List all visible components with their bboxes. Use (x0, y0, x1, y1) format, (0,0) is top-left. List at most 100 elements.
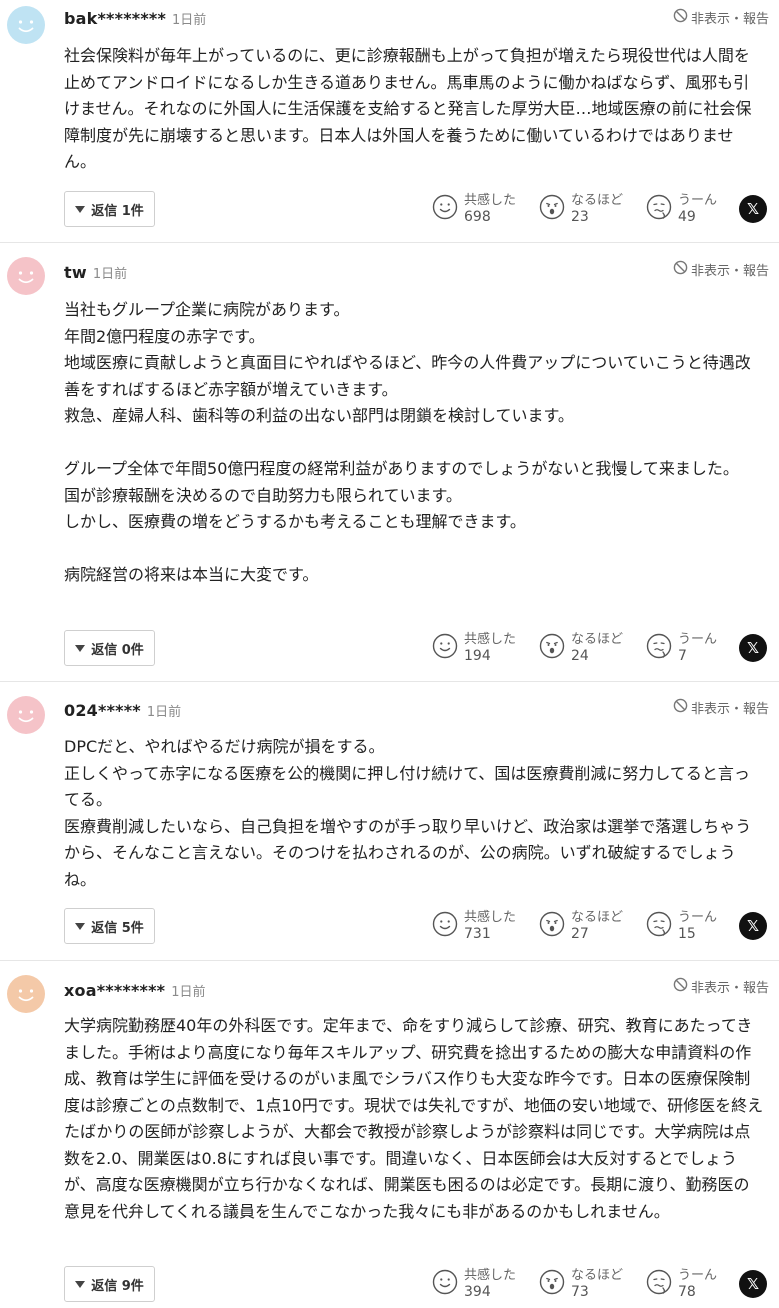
timestamp: 1日前 (146, 705, 182, 720)
empathy-reaction-button[interactable]: 共感した 194 (432, 631, 516, 665)
comment-card: 024***** 1日前 非表示・報告 DPCだと、やればやるだけ病院が損をする… (0, 682, 779, 961)
hmm-reaction-button[interactable]: うーん 78 (646, 1267, 717, 1301)
insight-count: 24 (571, 648, 589, 664)
timestamp: 1日前 (92, 267, 128, 282)
hmm-count: 78 (678, 1284, 696, 1300)
hide-report-menu[interactable]: 非表示・報告 (673, 260, 769, 279)
ban-icon (673, 977, 688, 996)
insight-reaction-button[interactable]: なるほど 23 (539, 192, 623, 226)
comment-header: 024***** 1日前 (64, 701, 181, 720)
timestamp: 1日前 (171, 985, 206, 1000)
avatar[interactable] (7, 6, 45, 44)
comment-header: xoa******** 1日前 (64, 981, 206, 1000)
reply-toggle-button[interactable]: 返信 1件 (64, 191, 155, 227)
hmm-label: うーん (678, 632, 718, 647)
hide-report-label: 非表示・報告 (690, 12, 769, 27)
insight-reaction-button[interactable]: なるほど 73 (539, 1267, 623, 1301)
smile-icon (432, 194, 458, 224)
reply-count-label: 返信 0件 (91, 642, 144, 658)
avatar[interactable] (7, 975, 45, 1013)
empathy-label: 共感した (464, 632, 517, 647)
comment-text: DPCだと、やればやるだけ病院が損をする。 正しくやって赤字になる医療を公的機関… (64, 737, 752, 889)
timestamp: 1日前 (172, 13, 207, 28)
username[interactable]: tw (64, 263, 87, 282)
reply-toggle-button[interactable]: 返信 5件 (64, 908, 155, 944)
comment-text: 社会保険料が毎年上がっているのに、更に診療報酬も上がって負担が増えたら現役世代は… (64, 46, 752, 171)
hmm-reaction-button[interactable]: うーん 15 (646, 909, 717, 943)
ban-icon (673, 260, 688, 279)
insight-count: 27 (571, 926, 589, 942)
empathy-reaction-button[interactable]: 共感した 698 (432, 192, 516, 226)
x-logo-icon: 𝕏 (746, 200, 760, 218)
troubled-face-icon (646, 1269, 672, 1299)
x-logo-icon: 𝕏 (746, 1275, 760, 1293)
comment-card: bak******** 1日前 非表示・報告 社会保険料が毎年上がっているのに、… (0, 0, 779, 243)
reply-count-label: 返信 1件 (91, 203, 144, 219)
insight-label: なるほど (571, 193, 624, 208)
empathy-reaction-button[interactable]: 共感した 731 (432, 909, 516, 943)
comment-text: 大学病院勤務歴40年の外科医です。定年まで、命をすり減らして診療、研究、教育にあ… (64, 1016, 764, 1221)
hmm-count: 15 (678, 926, 696, 942)
empathy-count: 194 (464, 648, 491, 664)
surprised-face-icon (539, 911, 565, 941)
hmm-reaction-button[interactable]: うーん 7 (646, 631, 717, 665)
hmm-count: 7 (678, 648, 687, 664)
avatar[interactable] (7, 257, 45, 295)
comment-feed: bak******** 1日前 非表示・報告 社会保険料が毎年上がっているのに、… (0, 0, 779, 1308)
reply-toggle-button[interactable]: 返信 9件 (64, 1266, 155, 1302)
insight-label: なるほど (571, 632, 624, 647)
hide-report-label: 非表示・報告 (690, 981, 769, 996)
insight-count: 73 (571, 1284, 589, 1300)
surprised-face-icon (539, 1269, 565, 1299)
hide-report-menu[interactable]: 非表示・報告 (673, 8, 769, 27)
troubled-face-icon (646, 633, 672, 663)
comment-header: tw 1日前 (64, 263, 127, 282)
troubled-face-icon (646, 911, 672, 941)
insight-label: なるほど (571, 910, 624, 925)
reply-toggle-button[interactable]: 返信 0件 (64, 630, 155, 666)
surprised-face-icon (539, 194, 565, 224)
x-share-button[interactable]: 𝕏 (739, 634, 767, 662)
insight-label: なるほど (571, 1268, 624, 1283)
reply-count-label: 返信 5件 (91, 920, 144, 936)
insight-reaction-button[interactable]: なるほど 24 (539, 631, 623, 665)
insight-reaction-button[interactable]: なるほど 27 (539, 909, 623, 943)
empathy-reaction-button[interactable]: 共感した 394 (432, 1267, 516, 1301)
username[interactable]: 024***** (64, 701, 141, 720)
ban-icon (673, 8, 688, 27)
comment-header: bak******** 1日前 (64, 9, 206, 28)
x-logo-icon: 𝕏 (746, 639, 760, 657)
insight-count: 23 (571, 209, 589, 225)
x-share-button[interactable]: 𝕏 (739, 1270, 767, 1298)
username[interactable]: bak******** (64, 9, 166, 28)
avatar[interactable] (7, 696, 45, 734)
empathy-count: 394 (464, 1284, 491, 1300)
x-share-button[interactable]: 𝕏 (739, 912, 767, 940)
empathy-label: 共感した (464, 1268, 517, 1283)
troubled-face-icon (646, 194, 672, 224)
hmm-reaction-button[interactable]: うーん 49 (646, 192, 717, 226)
empathy-label: 共感した (464, 910, 517, 925)
hide-report-menu[interactable]: 非表示・報告 (673, 977, 769, 996)
hmm-count: 49 (678, 209, 696, 225)
caret-down-icon (75, 205, 86, 213)
empathy-count: 698 (464, 209, 491, 225)
reply-count-label: 返信 9件 (91, 1278, 144, 1294)
caret-down-icon (75, 1280, 86, 1288)
username[interactable]: xoa******** (64, 981, 165, 1000)
hide-report-menu[interactable]: 非表示・報告 (673, 698, 769, 717)
x-logo-icon: 𝕏 (746, 917, 760, 935)
hide-report-label: 非表示・報告 (690, 702, 769, 717)
hmm-label: うーん (678, 193, 718, 208)
hide-report-label: 非表示・報告 (690, 264, 769, 279)
comment-card: tw 1日前 非表示・報告 当社もグループ企業に病院があります。 年間2億円程度… (0, 243, 779, 682)
ban-icon (673, 698, 688, 717)
smile-icon (432, 633, 458, 663)
caret-down-icon (75, 922, 86, 930)
x-share-button[interactable]: 𝕏 (739, 195, 767, 223)
surprised-face-icon (539, 633, 565, 663)
caret-down-icon (75, 644, 86, 652)
hmm-label: うーん (678, 1268, 718, 1283)
comment-text: 当社もグループ企業に病院があります。 年間2億円程度の赤字です。 地域医療に貢献… (64, 300, 751, 584)
comment-card: xoa******** 1日前 非表示・報告 大学病院勤務歴40年の外科医です。… (0, 961, 779, 1308)
